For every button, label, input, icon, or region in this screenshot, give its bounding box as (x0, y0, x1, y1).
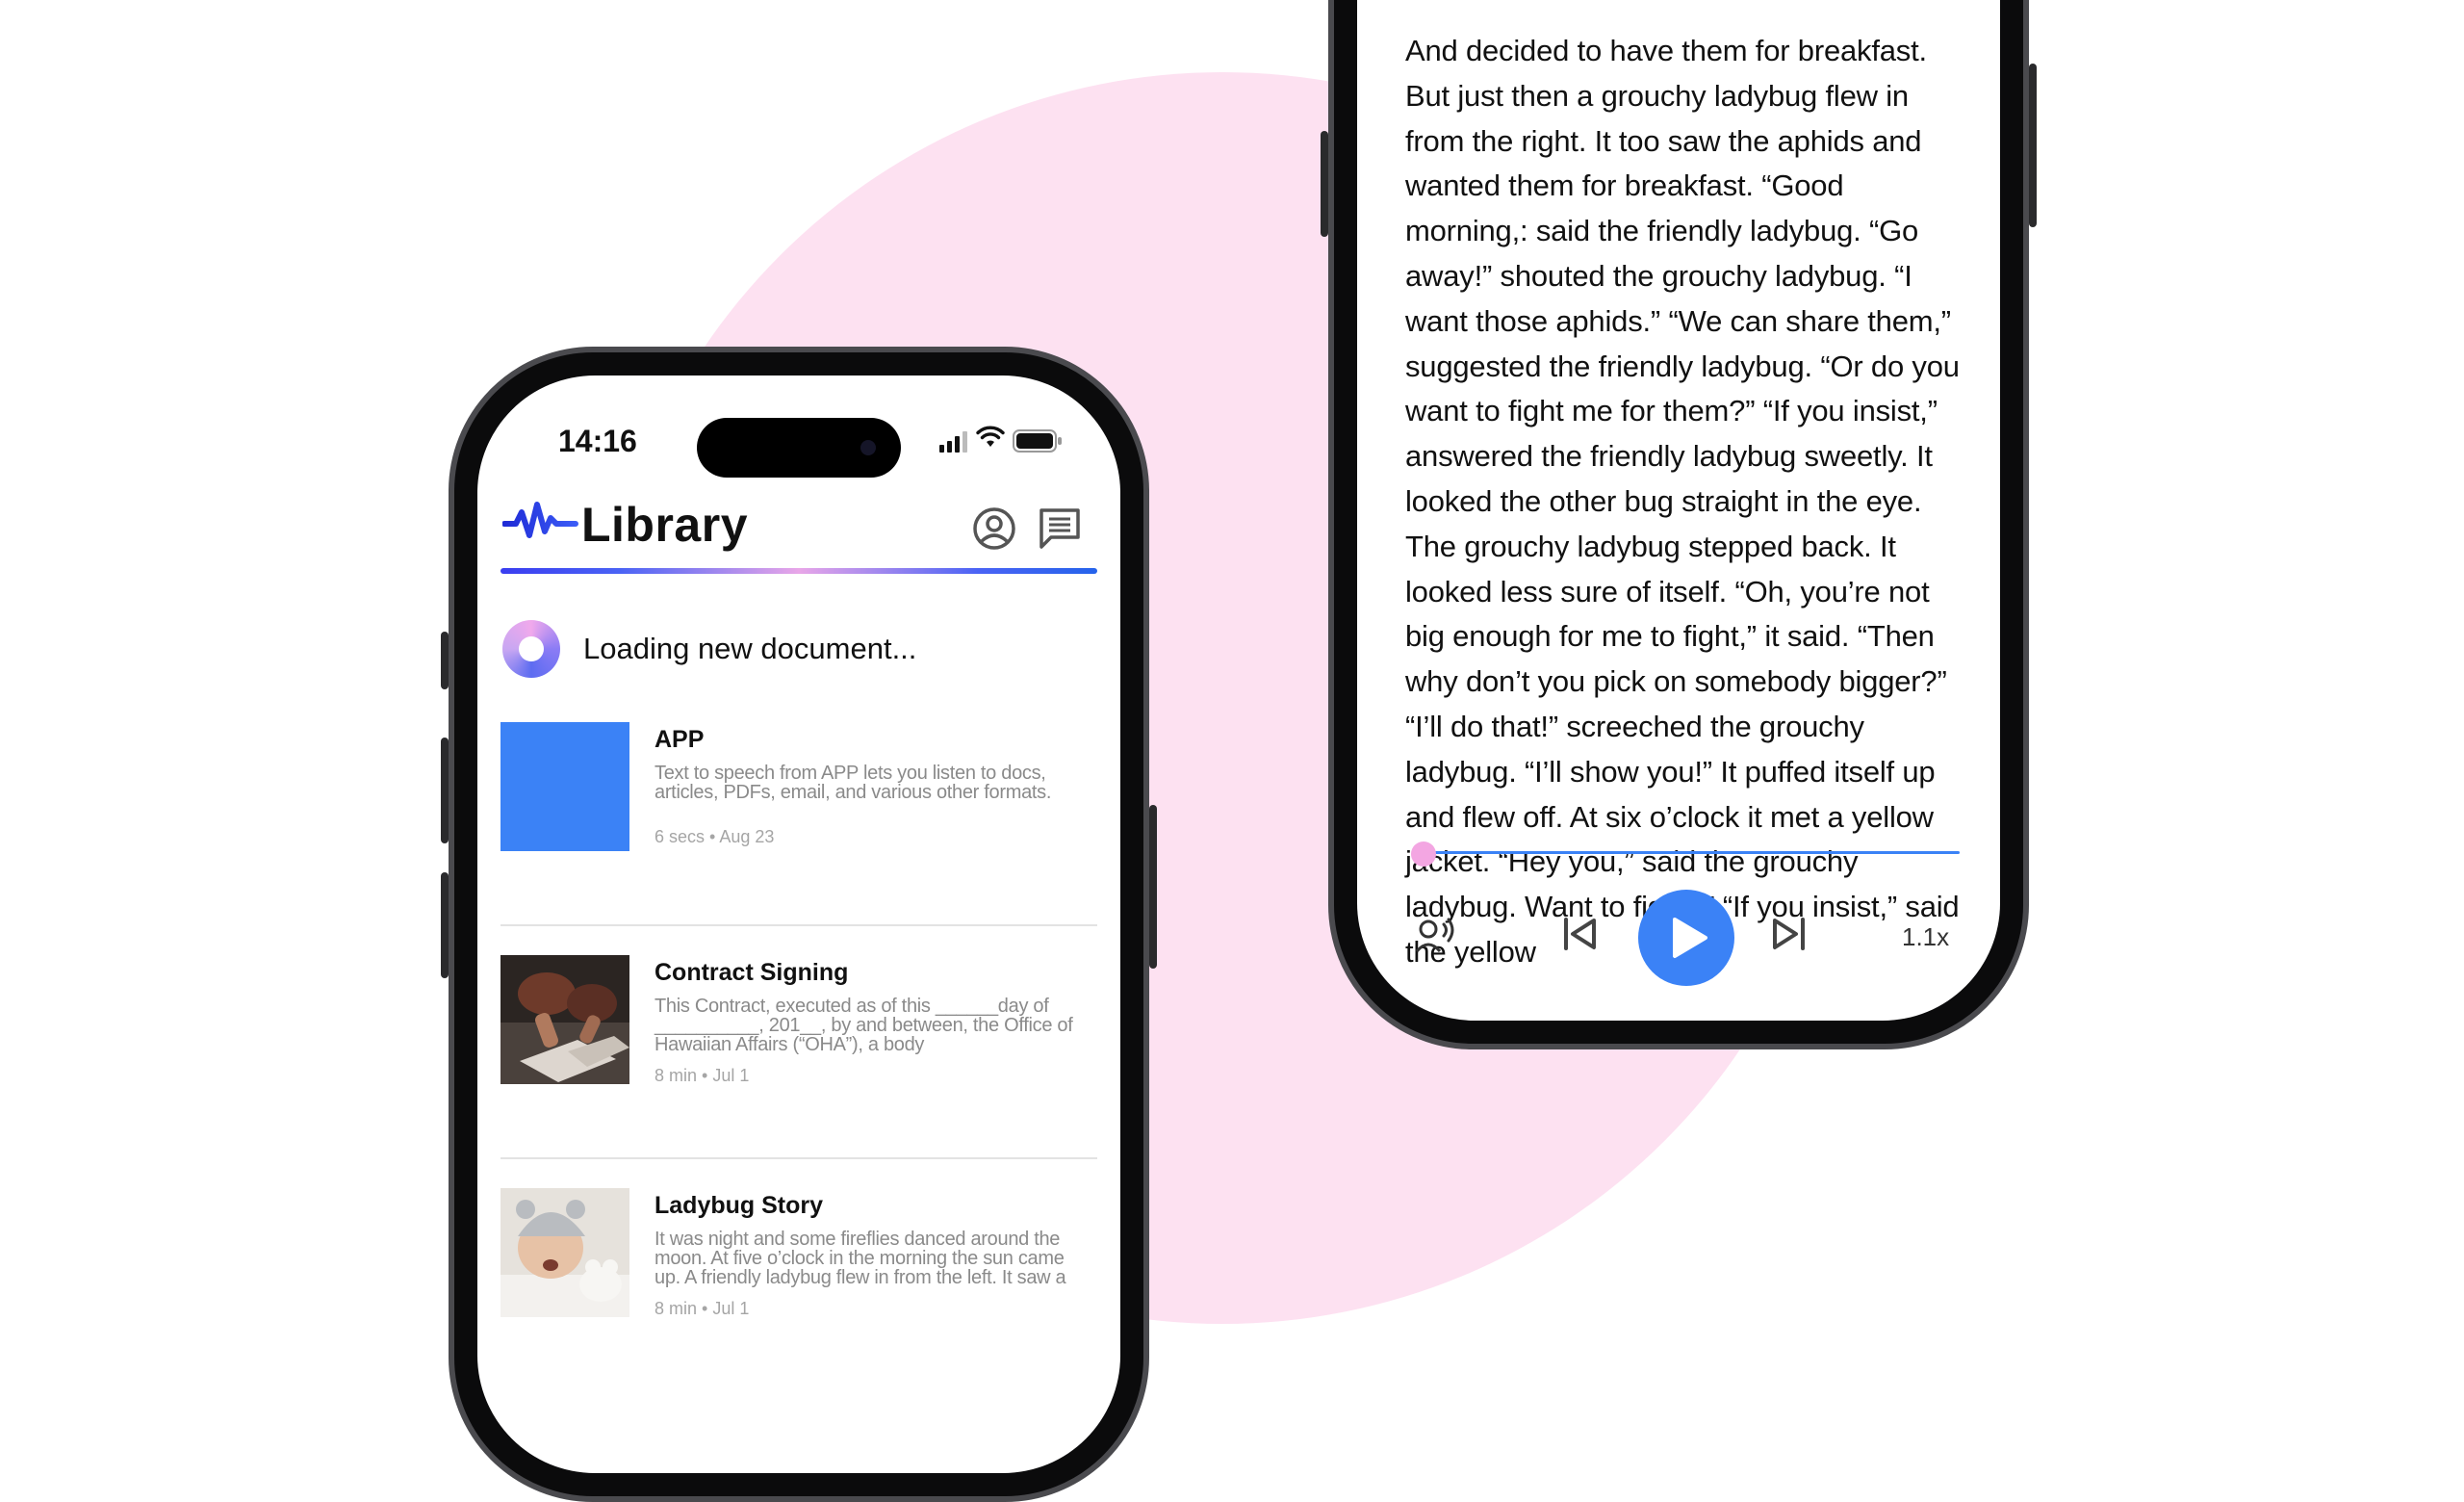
doc-title: Ladybug Story (654, 1192, 824, 1219)
reader-screen: And decided to have them for breakfast. … (1357, 0, 2000, 1021)
volume-up-button (441, 738, 449, 843)
library-phone: 14:16 Library Loading new document... AP… (441, 347, 1157, 1502)
doc-title: Contract Signing (654, 959, 849, 986)
power-button (1149, 805, 1157, 969)
skip-back-icon[interactable] (1561, 917, 1600, 951)
mute-switch (441, 632, 449, 689)
doc-thumbnail (500, 722, 629, 851)
list-item[interactable]: Contract Signing This Contract, executed… (500, 955, 1097, 1159)
loading-indicator: Loading new document... (502, 616, 1101, 684)
playback-speed[interactable]: 1.1x (1902, 922, 1949, 952)
camera-dot (860, 440, 876, 455)
reader-text: And decided to have them for breakfast. … (1405, 34, 1960, 969)
doc-description: It was night and some fireflies danced a… (654, 1229, 1066, 1288)
loading-text: Loading new document... (583, 632, 917, 665)
battery-icon (1013, 429, 1062, 453)
dynamic-island (697, 418, 901, 478)
doc-meta: 8 min • Jul 1 (654, 1299, 750, 1318)
reader-phone: And decided to have them for breakfast. … (1321, 0, 2037, 1049)
volume-down-button (441, 872, 449, 978)
header-divider (500, 568, 1097, 574)
loading-spinner-icon (502, 620, 560, 678)
status-bar: 14:16 (477, 376, 1120, 478)
doc-title: APP (654, 726, 705, 753)
page-title: Library (581, 498, 749, 552)
waveform-logo-icon (502, 502, 578, 538)
profile-icon[interactable] (972, 506, 1016, 551)
doc-thumbnail (500, 955, 629, 1084)
status-time: 14:16 (558, 424, 637, 458)
skip-forward-icon[interactable] (1769, 917, 1808, 951)
playback-progress-knob[interactable] (1411, 842, 1436, 867)
wifi-icon (976, 426, 1005, 447)
chat-icon[interactable] (1038, 506, 1082, 551)
volume-up-button (1321, 131, 1328, 237)
power-button (2029, 64, 2037, 227)
list-item[interactable]: APP Text to speech from APP lets you lis… (500, 722, 1097, 926)
doc-thumbnail (500, 1188, 629, 1317)
signal-icon (939, 431, 967, 453)
playback-progress-track[interactable] (1421, 851, 1960, 854)
library-screen: 14:16 Library Loading new document... AP… (477, 376, 1120, 1473)
playback-controls: 1.1x (1357, 876, 2000, 992)
list-item[interactable]: Ladybug Story It was night and some fire… (500, 1188, 1097, 1390)
play-button[interactable] (1638, 890, 1734, 986)
doc-meta: 6 secs • Aug 23 (654, 827, 775, 846)
document-list: APP Text to speech from APP lets you lis… (500, 722, 1097, 1390)
doc-meta: 8 min • Jul 1 (654, 1066, 750, 1085)
doc-description: Text to speech from APP lets you listen … (654, 763, 1052, 803)
doc-description: This Contract, executed as of this _____… (654, 996, 1073, 1055)
voice-icon[interactable] (1415, 917, 1457, 955)
app-header: Library (477, 472, 1120, 578)
play-icon (1673, 918, 1707, 958)
